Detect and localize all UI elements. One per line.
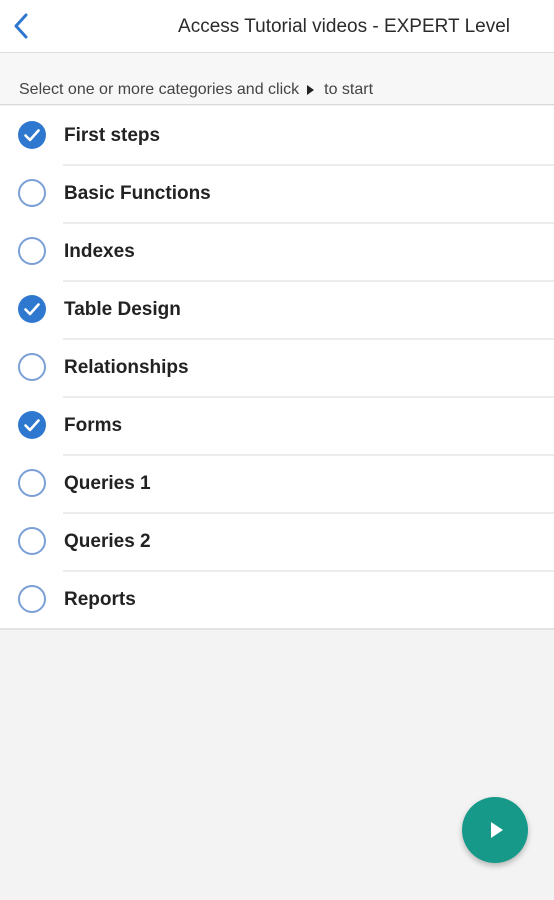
top-bar: Access Tutorial videos - EXPERT Level xyxy=(0,0,554,53)
category-label: Forms xyxy=(64,415,123,436)
chevron-left-icon xyxy=(14,13,28,39)
category-item[interactable]: First steps xyxy=(0,106,554,164)
unchecked-circle-icon[interactable] xyxy=(18,179,46,207)
category-item[interactable]: Queries 2 xyxy=(0,512,554,570)
category-label: Indexes xyxy=(64,241,135,262)
checked-circle-icon[interactable] xyxy=(18,121,46,149)
category-label: Basic Functions xyxy=(64,183,211,204)
category-label: Queries 1 xyxy=(64,473,151,494)
unchecked-circle-icon[interactable] xyxy=(18,469,46,497)
instructions-before: Select one or more categories and click xyxy=(19,81,300,98)
unchecked-circle-icon[interactable] xyxy=(18,353,46,381)
start-button[interactable] xyxy=(462,797,528,863)
category-label: Relationships xyxy=(64,357,189,378)
page-title: Access Tutorial videos - EXPERT Level xyxy=(178,16,510,37)
back-button[interactable] xyxy=(4,8,38,44)
unchecked-circle-icon[interactable] xyxy=(18,527,46,555)
category-item[interactable]: Queries 1 xyxy=(0,454,554,512)
category-item[interactable]: Basic Functions xyxy=(0,164,554,222)
category-label: Queries 2 xyxy=(64,531,151,552)
play-small-icon xyxy=(307,85,315,95)
category-item[interactable]: Relationships xyxy=(0,338,554,396)
checked-circle-icon[interactable] xyxy=(18,295,46,323)
checked-circle-icon[interactable] xyxy=(18,411,46,439)
unchecked-circle-icon[interactable] xyxy=(18,585,46,613)
category-item[interactable]: Reports xyxy=(0,570,554,628)
category-item[interactable]: Forms xyxy=(0,396,554,454)
play-icon xyxy=(491,822,503,838)
category-item[interactable]: Indexes xyxy=(0,222,554,280)
instructions-text: Select one or more categories and click … xyxy=(19,81,373,99)
category-label: First steps xyxy=(64,125,161,146)
category-label: Reports xyxy=(64,589,136,610)
instructions-after: to start xyxy=(324,81,374,98)
category-label: Table Design xyxy=(64,299,181,320)
unchecked-circle-icon[interactable] xyxy=(18,237,46,265)
category-item[interactable]: Table Design xyxy=(0,280,554,338)
category-list: First steps Basic Functions Indexes Table D… xyxy=(0,106,554,630)
instructions-bar: Select one or more categories and click … xyxy=(0,53,554,105)
